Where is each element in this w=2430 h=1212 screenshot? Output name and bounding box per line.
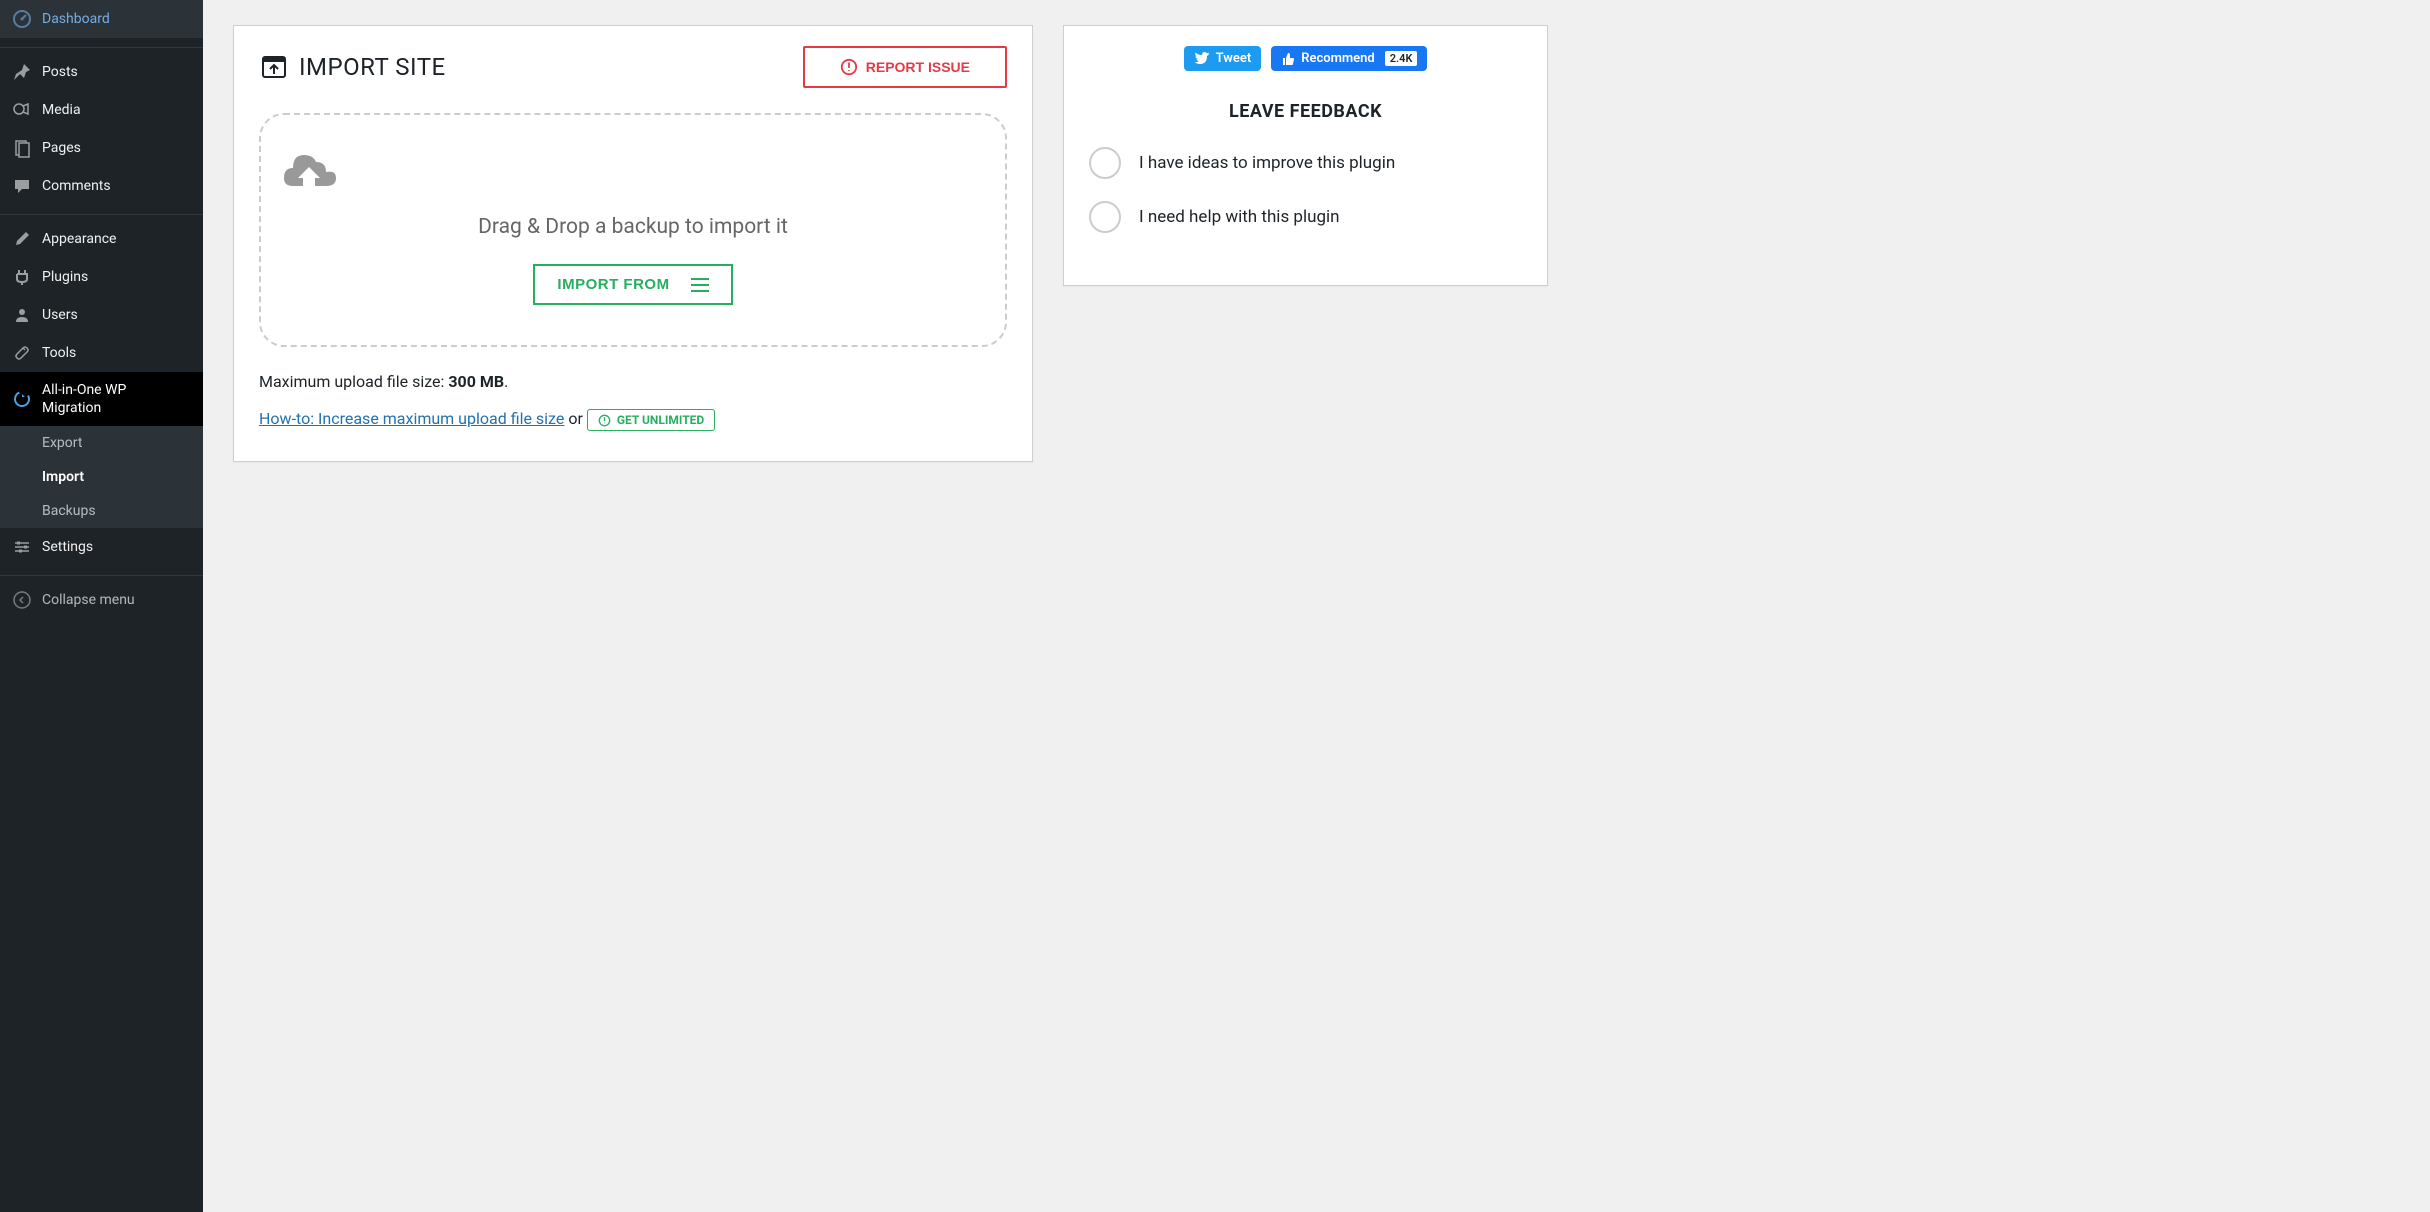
menu-label: Appearance xyxy=(42,230,116,248)
dropzone[interactable]: Drag & Drop a backup to import it IMPORT… xyxy=(259,113,1007,347)
menu-separator xyxy=(0,210,203,215)
menu-label: Comments xyxy=(42,177,111,195)
menu-item-migration[interactable]: All-in-One WP Migration xyxy=(0,372,203,426)
thumbs-up-icon xyxy=(1281,52,1295,66)
drop-text: Drag & Drop a backup to import it xyxy=(281,215,985,239)
max-upload-prefix: Maximum upload file size: xyxy=(259,372,448,391)
max-upload-suffix: . xyxy=(504,372,508,391)
get-unlimited-button[interactable]: GET UNLIMITED xyxy=(587,409,715,431)
import-from-button[interactable]: IMPORT FROM xyxy=(533,264,732,305)
wrench-icon xyxy=(12,343,32,363)
feedback-panel: Tweet Recommend 2.4K LEAVE FEEDBACK I ha… xyxy=(1063,25,1548,286)
recommend-count: 2.4K xyxy=(1385,51,1418,66)
page-title: IMPORT SITE xyxy=(259,52,446,82)
info-circle-icon xyxy=(598,414,611,427)
twitter-icon xyxy=(1194,52,1210,66)
social-row: Tweet Recommend 2.4K xyxy=(1089,46,1522,71)
recommend-button[interactable]: Recommend 2.4K xyxy=(1271,46,1427,71)
submenu-item-backups[interactable]: Backups xyxy=(0,494,203,528)
menu-label: Users xyxy=(42,306,78,324)
menu-label: Posts xyxy=(42,63,78,81)
menu-label: Plugins xyxy=(42,268,88,286)
report-issue-button[interactable]: REPORT ISSUE xyxy=(803,46,1007,88)
recommend-label: Recommend xyxy=(1301,51,1375,66)
import-icon xyxy=(259,52,289,82)
alert-icon xyxy=(840,58,858,76)
feedback-option-help[interactable]: I need help with this plugin xyxy=(1089,201,1522,233)
menu-item-tools[interactable]: Tools xyxy=(0,334,203,372)
collapse-label: Collapse menu xyxy=(42,591,135,609)
pin-icon xyxy=(12,62,32,82)
howto-row: How-to: Increase maximum upload file siz… xyxy=(259,409,1007,431)
menu-label: Tools xyxy=(42,344,76,362)
tweet-button[interactable]: Tweet xyxy=(1184,46,1262,71)
page-title-text: IMPORT SITE xyxy=(299,53,446,81)
or-text: or xyxy=(564,409,586,428)
unlimited-label: GET UNLIMITED xyxy=(617,413,704,427)
menu-item-pages[interactable]: Pages xyxy=(0,129,203,167)
page-header: IMPORT SITE REPORT ISSUE xyxy=(259,46,1007,88)
feedback-title: LEAVE FEEDBACK xyxy=(1089,101,1522,122)
radio-icon xyxy=(1089,201,1121,233)
tweet-label: Tweet xyxy=(1216,51,1252,66)
user-icon xyxy=(12,305,32,325)
hamburger-icon xyxy=(690,278,709,292)
menu-label: Media xyxy=(42,101,81,119)
media-icon xyxy=(12,100,32,120)
max-upload-info: Maximum upload file size: 300 MB. xyxy=(259,372,1007,391)
submenu-item-export[interactable]: Export xyxy=(0,426,203,460)
sliders-icon xyxy=(12,537,32,557)
radio-icon xyxy=(1089,147,1121,179)
menu-item-comments[interactable]: Comments xyxy=(0,167,203,205)
plug-icon xyxy=(12,267,32,287)
brush-icon xyxy=(12,229,32,249)
menu-label: Pages xyxy=(42,139,81,157)
dashboard-icon xyxy=(12,9,32,29)
menu-item-appearance[interactable]: Appearance xyxy=(0,220,203,258)
menu-label: Settings xyxy=(42,538,93,556)
menu-separator xyxy=(0,571,203,576)
import-panel: IMPORT SITE REPORT ISSUE Drag & Drop a b… xyxy=(233,25,1033,462)
max-upload-size: 300 MB xyxy=(448,372,504,391)
menu-label: All-in-One WP Migration xyxy=(42,381,182,417)
menu-item-media[interactable]: Media xyxy=(0,91,203,129)
report-label: REPORT ISSUE xyxy=(866,59,970,75)
submenu: Export Import Backups xyxy=(0,426,203,528)
comment-icon xyxy=(12,176,32,196)
feedback-option-ideas[interactable]: I have ideas to improve this plugin xyxy=(1089,147,1522,179)
feedback-label: I need help with this plugin xyxy=(1139,207,1340,227)
submenu-item-import[interactable]: Import xyxy=(0,460,203,494)
collapse-icon xyxy=(12,590,32,610)
menu-item-users[interactable]: Users xyxy=(0,296,203,334)
menu-item-plugins[interactable]: Plugins xyxy=(0,258,203,296)
howto-link[interactable]: How-to: Increase maximum upload file siz… xyxy=(259,409,564,428)
menu-label: Dashboard xyxy=(42,10,110,28)
circle-arrow-icon xyxy=(12,389,32,409)
admin-sidebar: Dashboard Posts Media Pages Comments xyxy=(0,0,203,1212)
menu-separator xyxy=(0,43,203,48)
menu-item-dashboard[interactable]: Dashboard xyxy=(0,0,203,38)
feedback-label: I have ideas to improve this plugin xyxy=(1139,153,1395,173)
page-icon xyxy=(12,138,32,158)
menu-item-settings[interactable]: Settings xyxy=(0,528,203,566)
collapse-menu[interactable]: Collapse menu xyxy=(0,581,203,619)
main-content: IMPORT SITE REPORT ISSUE Drag & Drop a b… xyxy=(203,0,2430,1212)
import-btn-label: IMPORT FROM xyxy=(557,276,669,293)
cloud-upload-icon xyxy=(281,150,985,200)
menu-item-posts[interactable]: Posts xyxy=(0,53,203,91)
